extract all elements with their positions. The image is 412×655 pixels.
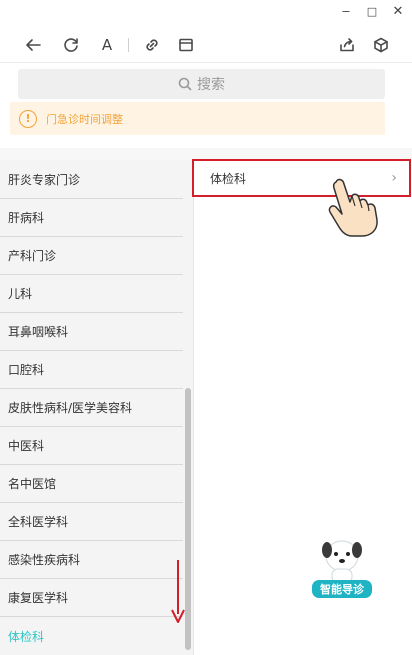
list-item[interactable]: 儿科 [0,275,183,313]
browser-toolbar: A [0,28,412,62]
arrow-left-icon[interactable] [22,34,44,56]
close-button[interactable]: ✕ [388,2,408,20]
mascot-label: 智能导诊 [320,582,365,596]
search-input[interactable]: 搜索 [18,69,385,99]
window-icon[interactable] [175,34,197,56]
share-icon[interactable] [336,34,358,56]
link-icon[interactable] [141,34,163,56]
maximize-button[interactable]: □ [362,2,382,20]
minimize-button[interactable]: − [336,2,356,20]
search-icon [178,77,192,91]
cube-icon[interactable] [370,34,392,56]
list-item[interactable]: 皮肤性病科/医学美容科 [0,389,183,427]
list-item[interactable]: 口腔科 [0,351,183,389]
list-item[interactable]: 产科门诊 [0,237,183,275]
list-item[interactable]: 康复医学科 [0,579,183,617]
toolbar-divider [0,62,412,63]
pointing-hand-icon [328,178,378,237]
list-item[interactable]: 名中医馆 [0,465,183,503]
panel-divider [193,160,194,655]
list-item[interactable]: 感染性疾病科 [0,541,183,579]
down-arrow-annotation-icon [171,560,185,623]
notice-text: 门急诊时间调整 [46,112,123,126]
list-item[interactable]: 中医科 [0,427,183,465]
dog-mascot-icon: 智能导诊 [312,540,372,598]
font-size-button[interactable]: A [96,34,118,56]
notice-banner[interactable]: ! 门急诊时间调整 [10,102,385,135]
chevron-right-icon: › [391,170,397,186]
list-item[interactable]: 肝炎专家门诊 [0,160,183,199]
list-item-active[interactable]: 体检科 [0,617,183,655]
window-title-bar: − □ ✕ [0,0,412,22]
department-list: 肝炎专家门诊 肝病科 产科门诊 儿科 耳鼻咽喉科 口腔科 皮肤性病科/医学美容科… [0,160,183,655]
list-item[interactable]: 耳鼻咽喉科 [0,313,183,351]
toolbar-separator [128,38,129,52]
list-item[interactable]: 肝病科 [0,199,183,237]
search-placeholder: 搜索 [197,77,225,93]
refresh-icon[interactable] [60,34,82,56]
info-icon: ! [19,109,37,128]
list-item[interactable]: 全科医学科 [0,503,183,541]
department-option-label: 体检科 [210,171,247,186]
smart-guide-mascot[interactable]: 智能导诊 [306,532,378,604]
